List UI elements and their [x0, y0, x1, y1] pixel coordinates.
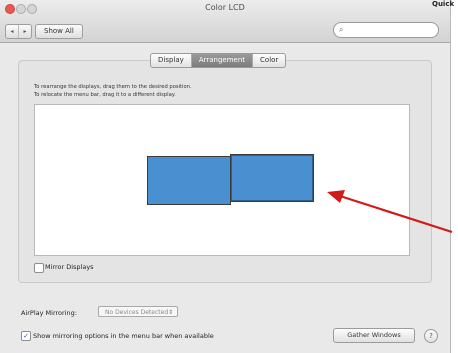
annotation-arrow [327, 190, 453, 234]
annotation-arrow-shaft [339, 194, 453, 234]
annotation-arrow-head [327, 190, 345, 203]
